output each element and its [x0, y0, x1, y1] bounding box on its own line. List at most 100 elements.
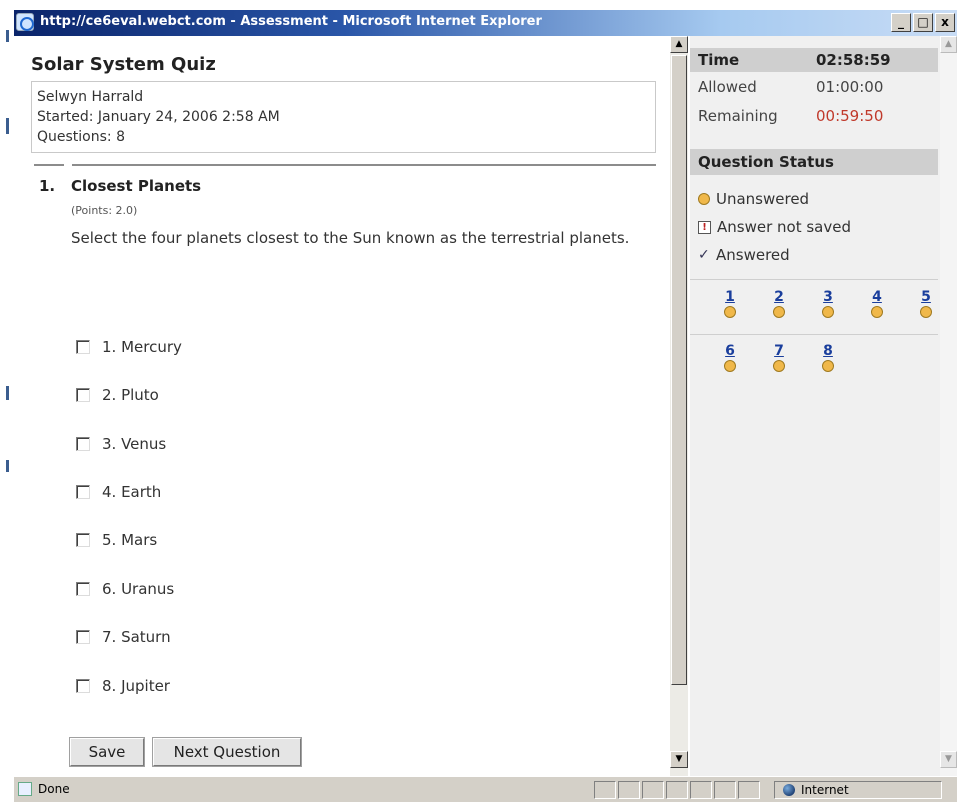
status-pane	[642, 781, 664, 799]
status-pane	[690, 781, 712, 799]
desktop-edge	[0, 0, 14, 802]
title-bar[interactable]: http://ce6eval.webct.com - Assessment - …	[14, 10, 957, 36]
option-venus[interactable]: 3. Venus	[76, 435, 166, 453]
question-title: Closest Planets	[71, 177, 202, 195]
status-bar: Done Internet	[14, 776, 957, 802]
legend-label: Unanswered	[716, 190, 810, 208]
checkbox[interactable]	[76, 437, 90, 451]
next-question-button[interactable]: Next Question	[152, 737, 302, 767]
quiz-info-box: Selwyn Harrald Started: January 24, 2006…	[31, 81, 656, 153]
zone-label: Internet	[801, 783, 849, 797]
student-name: Selwyn Harrald	[37, 89, 144, 105]
option-label: 4. Earth	[102, 483, 162, 501]
divider	[72, 164, 656, 166]
side-scrollbar[interactable]: ▲ ▼	[940, 36, 957, 776]
minimize-button[interactable]: _	[891, 13, 911, 32]
option-mars[interactable]: 5. Mars	[76, 531, 157, 549]
option-saturn[interactable]: 7. Saturn	[76, 628, 171, 646]
legend-unanswered: Unanswered	[698, 190, 809, 208]
unanswered-dot-icon	[724, 306, 736, 318]
window-controls: _ □ x	[891, 13, 955, 32]
question-points: (Points: 2.0)	[71, 204, 138, 217]
question-status-header: Question Status	[690, 149, 938, 175]
option-mercury[interactable]: 1. Mercury	[76, 338, 182, 356]
legend-not-saved: ! Answer not saved	[698, 218, 851, 236]
ie-logo-icon	[16, 13, 34, 31]
status-pane	[714, 781, 736, 799]
status-pane	[738, 781, 760, 799]
unanswered-dot-icon	[773, 360, 785, 372]
question-count: Questions: 8	[37, 129, 125, 145]
checkmark-icon: ✓	[698, 247, 710, 263]
remaining-label: Remaining	[698, 107, 778, 125]
unanswered-dot-icon	[698, 193, 710, 205]
close-button[interactable]: x	[935, 13, 955, 32]
scroll-thumb[interactable]	[671, 55, 687, 685]
checkbox[interactable]	[76, 582, 90, 596]
unanswered-dot-icon	[724, 360, 736, 372]
unanswered-dot-icon	[871, 306, 883, 318]
window-title: http://ce6eval.webct.com - Assessment - …	[40, 14, 542, 29]
option-pluto[interactable]: 2. Pluto	[76, 386, 159, 404]
option-uranus[interactable]: 6. Uranus	[76, 580, 174, 598]
checkbox[interactable]	[76, 630, 90, 644]
remaining-time: 00:59:50	[816, 107, 884, 125]
unanswered-dot-icon	[773, 306, 785, 318]
checkbox[interactable]	[76, 533, 90, 547]
option-earth[interactable]: 4. Earth	[76, 483, 161, 501]
divider	[690, 279, 938, 280]
checkbox[interactable]	[76, 340, 90, 354]
option-label: 5. Mars	[102, 531, 158, 549]
option-label: 1. Mercury	[102, 338, 182, 356]
nav-question-1[interactable]: 1	[718, 290, 742, 318]
legend-label: Answered	[716, 246, 790, 264]
scroll-down-arrow-icon[interactable]: ▼	[670, 751, 688, 768]
scroll-up-arrow-icon[interactable]: ▲	[670, 36, 688, 53]
time-current: 02:58:59	[816, 51, 891, 69]
timer-header: Time 02:58:59	[690, 48, 938, 72]
question-number: 1.	[39, 177, 56, 195]
scroll-up-arrow-icon[interactable]: ▲	[940, 36, 957, 53]
legend-label: Answer not saved	[717, 218, 851, 236]
status-pane	[666, 781, 688, 799]
status-pane	[594, 781, 616, 799]
legend-answered: ✓ Answered	[698, 246, 790, 264]
unanswered-dot-icon	[822, 360, 834, 372]
option-label: 6. Uranus	[102, 580, 175, 598]
nav-question-3[interactable]: 3	[816, 290, 840, 318]
question-prompt: Select the four planets closest to the S…	[71, 229, 630, 247]
option-label: 2. Pluto	[102, 386, 159, 404]
time-label: Time	[698, 51, 740, 69]
checkbox[interactable]	[76, 485, 90, 499]
option-label: 3. Venus	[102, 435, 167, 453]
checkbox[interactable]	[76, 679, 90, 693]
allowed-label: Allowed	[698, 78, 757, 96]
status-panel: Time 02:58:59 Allowed 01:00:00 Remaining…	[690, 36, 940, 776]
nav-question-8[interactable]: 8	[816, 344, 840, 372]
nav-question-6[interactable]: 6	[718, 344, 742, 372]
allowed-time: 01:00:00	[816, 78, 884, 96]
nav-question-2[interactable]: 2	[767, 290, 791, 318]
status-pane	[618, 781, 640, 799]
main-scrollbar[interactable]: ▲ ▼	[670, 36, 688, 776]
option-label: 8. Jupiter	[102, 677, 170, 695]
option-jupiter[interactable]: 8. Jupiter	[76, 677, 170, 695]
started-time: Started: January 24, 2006 2:58 AM	[37, 109, 280, 125]
nav-question-4[interactable]: 4	[865, 290, 889, 318]
divider	[34, 164, 64, 166]
save-button[interactable]: Save	[69, 737, 145, 767]
question-status-title: Question Status	[698, 153, 834, 171]
page-icon	[18, 782, 32, 796]
maximize-button[interactable]: □	[913, 13, 933, 32]
nav-question-7[interactable]: 7	[767, 344, 791, 372]
checkbox[interactable]	[76, 388, 90, 402]
warning-icon: !	[698, 220, 711, 234]
option-label: 7. Saturn	[102, 628, 171, 646]
browser-window: http://ce6eval.webct.com - Assessment - …	[14, 0, 957, 802]
divider	[690, 334, 938, 335]
globe-icon	[783, 784, 795, 796]
nav-question-5[interactable]: 5	[914, 290, 938, 318]
scroll-down-arrow-icon[interactable]: ▼	[940, 751, 957, 768]
security-zone: Internet	[774, 781, 942, 799]
status-text: Done	[38, 782, 70, 796]
